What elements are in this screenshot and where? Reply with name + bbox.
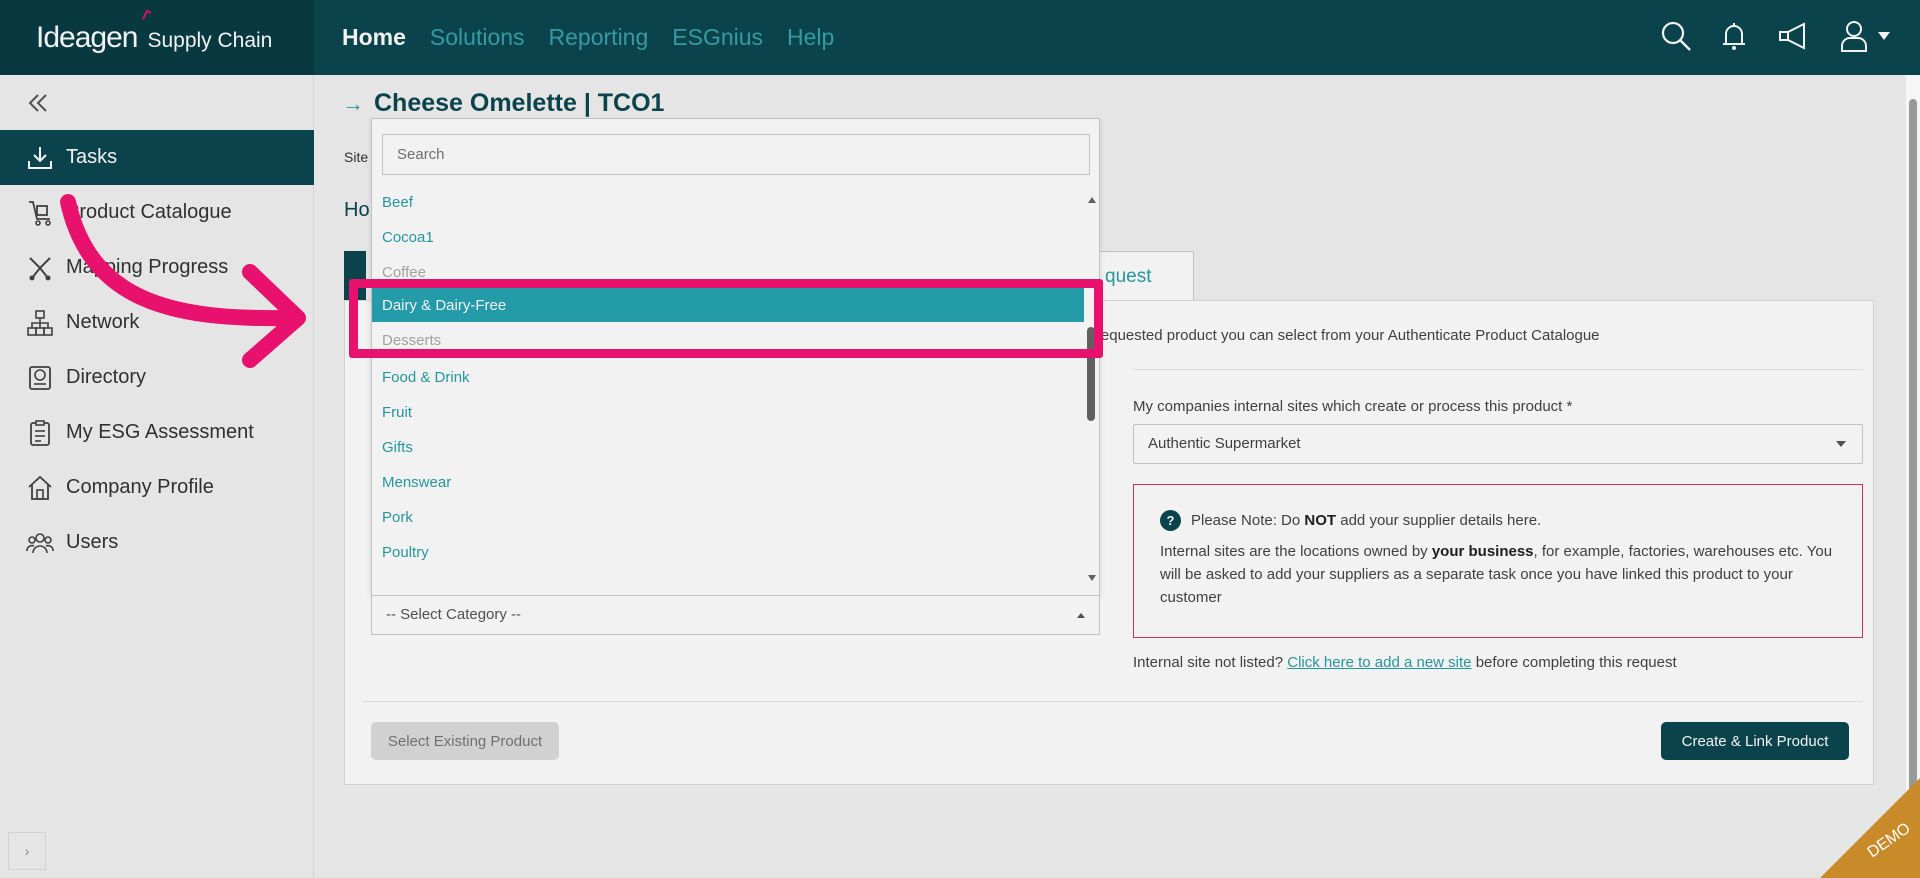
- dropdown-item[interactable]: Cocoa1: [382, 222, 434, 252]
- dropdown-item[interactable]: Food & Drink: [382, 362, 470, 392]
- sidebar-item-label: Tasks: [66, 146, 118, 168]
- brand-product: Supply Chain: [147, 28, 273, 52]
- tab-request[interactable]: quest: [1094, 251, 1194, 301]
- sidebar-item-directory[interactable]: Directory: [0, 350, 314, 405]
- sidebar-item-label: Directory: [66, 366, 147, 388]
- sites-selected-value: Authentic Supermarket: [1148, 435, 1301, 452]
- scroll-down-icon[interactable]: [1088, 575, 1096, 581]
- site-not-listed-text: Internal site not listed? Click here to …: [1133, 654, 1677, 671]
- dropdown-item[interactable]: Pork: [382, 502, 413, 532]
- download-tray-icon: [28, 146, 52, 169]
- select-existing-product-button[interactable]: Select Existing Product: [371, 722, 559, 760]
- sidebar-item-label: Company Profile: [66, 476, 214, 498]
- top-icons: [1658, 18, 1890, 54]
- collapse-sidebar-icon[interactable]: [26, 91, 50, 115]
- sidebar-item-label: Mapping Progress: [66, 256, 229, 278]
- bell-icon[interactable]: [1716, 18, 1752, 54]
- sidebar-item-network[interactable]: Network: [0, 295, 314, 350]
- sidebar: Tasks Product Catalogue Mapping Progress…: [0, 75, 314, 878]
- page-scroll-thumb[interactable]: [1909, 99, 1917, 849]
- trolley-icon: [29, 200, 51, 226]
- dropdown-item[interactable]: Gifts: [382, 432, 413, 462]
- dropdown-item[interactable]: Coffee: [382, 257, 426, 287]
- sidebar-item-product-catalogue[interactable]: Product Catalogue: [0, 185, 314, 240]
- sidebar-item-tasks[interactable]: Tasks: [0, 130, 314, 185]
- logo-mark-icon: [142, 10, 152, 20]
- directory-icon: [29, 365, 51, 390]
- dropdown-item-selected[interactable]: Dairy & Dairy-Free: [372, 288, 1084, 322]
- note-heading: Please Note: Do NOT add your supplier de…: [1191, 512, 1542, 529]
- sidebar-item-label: Product Catalogue: [66, 201, 232, 223]
- nav-help[interactable]: Help: [787, 24, 834, 51]
- nav-esgnius[interactable]: ESGnius: [672, 24, 763, 51]
- brand-logo[interactable]: Ideagen Supply Chain: [0, 0, 314, 75]
- dropdown-item[interactable]: Poultry: [382, 537, 429, 567]
- divider: [1133, 369, 1863, 370]
- dropdown-scrollbar[interactable]: [1084, 189, 1100, 589]
- page-title: → Cheese Omelette | TCO1: [342, 89, 664, 118]
- network-icon: [27, 309, 53, 336]
- note-body: Internal sites are the locations owned b…: [1160, 543, 1833, 606]
- mapping-icon: [29, 256, 51, 280]
- sidebar-item-label: My ESG Assessment: [66, 421, 254, 443]
- caret-down-icon: [1836, 441, 1846, 447]
- nav-solutions[interactable]: Solutions: [430, 24, 525, 51]
- sidebar-item-company-profile[interactable]: Company Profile: [0, 460, 314, 515]
- search-icon[interactable]: [1658, 18, 1694, 54]
- dropdown-search-input[interactable]: [382, 134, 1090, 175]
- caret-down-icon: [1878, 32, 1890, 40]
- sidebar-item-label: Network: [66, 311, 140, 333]
- nav-reporting[interactable]: Reporting: [549, 24, 649, 51]
- brand-name: Ideagen: [36, 20, 138, 54]
- category-select[interactable]: -- Select Category --: [371, 595, 1100, 635]
- dropdown-item[interactable]: Desserts: [382, 325, 441, 355]
- tab-active[interactable]: [344, 251, 366, 301]
- users-icon: [26, 532, 54, 553]
- page-title-text: Cheese Omelette | TCO1: [374, 89, 665, 117]
- please-note-box: ? Please Note: Do NOT add your supplier …: [1133, 484, 1863, 638]
- scroll-thumb[interactable]: [1087, 327, 1095, 421]
- sidebar-item-label: Users: [66, 531, 119, 553]
- caret-up-icon: [1077, 613, 1085, 618]
- main-nav: Home Solutions Reporting ESGnius Help: [342, 0, 834, 75]
- sites-label: My companies internal sites which create…: [1133, 398, 1573, 415]
- nav-home[interactable]: Home: [342, 24, 406, 51]
- user-icon: [1841, 21, 1867, 52]
- section-heading: Ho: [344, 199, 370, 221]
- create-link-product-button[interactable]: Create & Link Product: [1661, 722, 1849, 760]
- sidebar-item-my-esg-assessment[interactable]: My ESG Assessment: [0, 405, 314, 460]
- add-new-site-link[interactable]: Click here to add a new site: [1287, 654, 1471, 671]
- top-bar: Ideagen Supply Chain Home Solutions Repo…: [0, 0, 1920, 75]
- user-menu[interactable]: [1836, 18, 1890, 54]
- clipboard-icon: [30, 419, 50, 446]
- house-icon: [28, 475, 52, 500]
- dropdown-list: Beef Cocoa1 Coffee Dairy & Dairy-Free De…: [372, 189, 1084, 589]
- scroll-up-icon[interactable]: [1088, 197, 1096, 203]
- sidebar-item-users[interactable]: Users: [0, 515, 314, 570]
- page-scrollbar[interactable]: [1906, 75, 1920, 878]
- arrow-right-icon: →: [342, 90, 364, 116]
- dropdown-item[interactable]: Menswear: [382, 467, 451, 497]
- category-dropdown: Beef Cocoa1 Coffee Dairy & Dairy-Free De…: [371, 118, 1100, 596]
- expand-button[interactable]: ›: [8, 832, 46, 870]
- internal-sites-select[interactable]: Authentic Supermarket: [1133, 424, 1863, 464]
- megaphone-icon[interactable]: [1774, 18, 1814, 54]
- divider: [363, 701, 1863, 702]
- dropdown-item[interactable]: Fruit: [382, 397, 412, 427]
- sidebar-item-mapping-progress[interactable]: Mapping Progress: [0, 240, 314, 295]
- question-icon: ?: [1160, 510, 1181, 531]
- dropdown-item[interactable]: Beef: [382, 189, 413, 217]
- category-placeholder: -- Select Category --: [386, 606, 522, 623]
- site-label: Site: [344, 149, 369, 165]
